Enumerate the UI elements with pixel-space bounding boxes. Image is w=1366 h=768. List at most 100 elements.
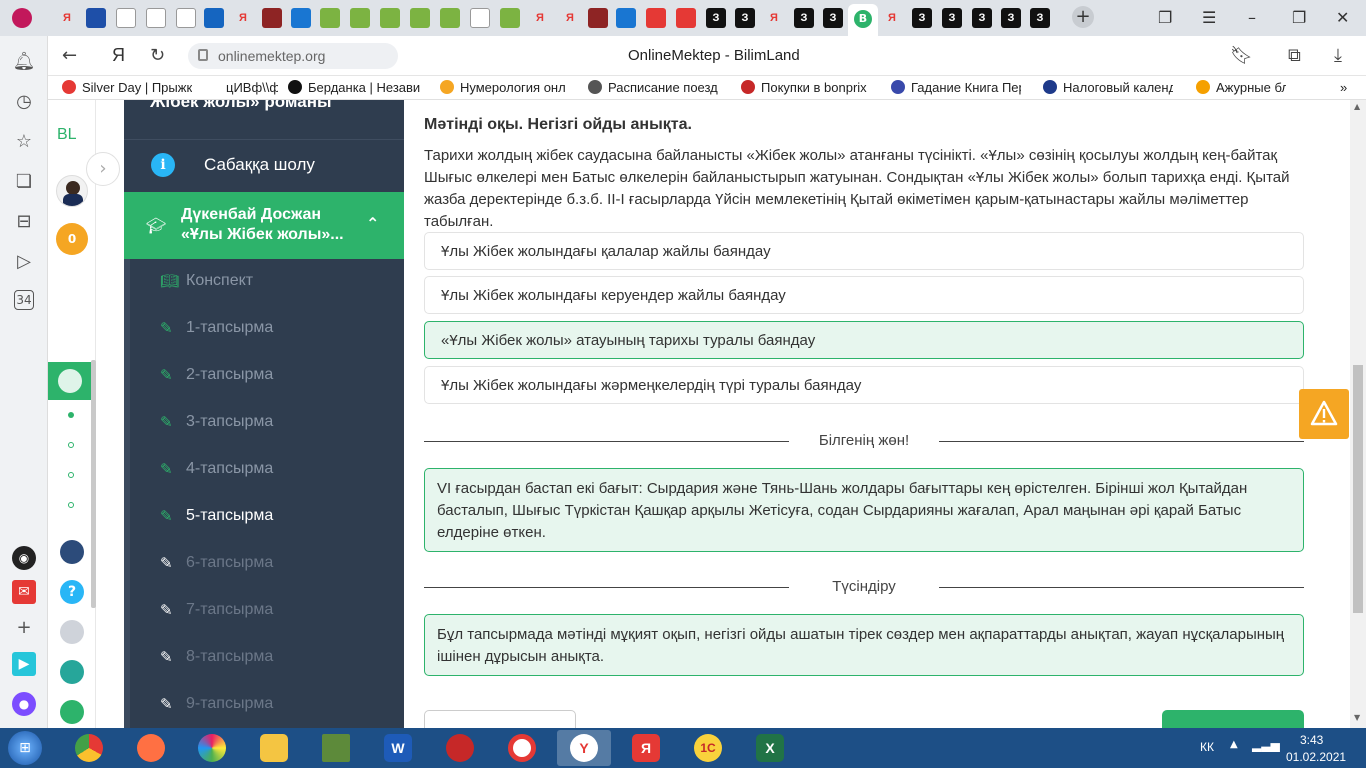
new-tab-button[interactable]: +	[1072, 6, 1094, 28]
download-icon[interactable]: ⤓	[1334, 45, 1342, 66]
tab-app[interactable]: З	[942, 8, 962, 28]
tab-app[interactable]	[676, 8, 696, 28]
nav-item-task-1[interactable]: ✎ 1-тапсырма	[124, 306, 404, 353]
answer-option[interactable]: Ұлы Жібек жолындағы қалалар жайлы баянда…	[424, 232, 1304, 270]
clock-time[interactable]: 3:43	[1300, 733, 1323, 747]
tab-app[interactable]: З	[1030, 8, 1050, 28]
tab-app[interactable]	[646, 8, 666, 28]
close-icon[interactable]: ✕	[1336, 8, 1349, 27]
taskbar-chrome[interactable]	[62, 730, 116, 766]
tab-app[interactable]	[291, 8, 311, 28]
taskbar-excel[interactable]: X	[743, 730, 797, 766]
lesson-overview-item[interactable]: i Сабаққа шолу	[124, 140, 404, 192]
network-icon[interactable]: ▂▃▅	[1252, 738, 1280, 752]
tab-doc[interactable]	[116, 8, 136, 28]
url-text[interactable]: onlinemektep.org	[218, 48, 325, 64]
taskbar-yandex-browser[interactable]: Y	[557, 730, 611, 766]
tab-yandex[interactable]: Я	[57, 8, 77, 28]
pisa-icon[interactable]	[60, 660, 84, 684]
notifications-icon[interactable]: 🔔︎	[12, 50, 36, 74]
tray-expand-icon[interactable]: ▲	[1230, 739, 1238, 750]
bookmark-item[interactable]: Налоговый календ	[1043, 80, 1173, 95]
coins-badge[interactable]: 0	[56, 223, 88, 255]
step-dot[interactable]	[68, 412, 74, 418]
tab-app[interactable]	[262, 8, 282, 28]
bilimland-app-icon[interactable]	[60, 700, 84, 724]
tab-yandex[interactable]: Я	[560, 8, 580, 28]
nav-item-konspekt[interactable]: 📖︎ Конспект	[124, 259, 404, 306]
restore-icon[interactable]: ❐	[1292, 8, 1306, 27]
tab-app[interactable]	[380, 8, 400, 28]
weather-icon[interactable]: 34	[14, 290, 34, 310]
scroll-up-icon[interactable]: ▲	[1354, 102, 1360, 111]
tab-app[interactable]: З	[735, 8, 755, 28]
nav-item-task-2[interactable]: ✎ 2-тапсырма	[124, 353, 404, 400]
taskbar-minecraft[interactable]	[309, 730, 363, 766]
step-dot[interactable]	[68, 442, 74, 448]
taskbar-1c[interactable]: 1C	[681, 730, 735, 766]
report-error-button[interactable]	[1299, 389, 1349, 439]
zen-icon[interactable]: ⊟	[12, 210, 36, 234]
nav-item-task-6[interactable]: ✎ 6-тапсырма	[124, 541, 404, 588]
taskbar-ball-app[interactable]	[185, 730, 239, 766]
tab-yandex[interactable]: Я	[233, 8, 253, 28]
tab-yandex[interactable]: Я	[764, 8, 784, 28]
bilimland-logo[interactable]: BL	[57, 126, 77, 144]
tab-app[interactable]: З	[823, 8, 843, 28]
nav-item-task-7[interactable]: ✎ 7-тапсырма	[124, 588, 404, 635]
messenger-icon[interactable]: ▶	[12, 652, 36, 676]
answer-option[interactable]: Ұлы Жібек жолындағы керуендер жайлы баян…	[424, 276, 1304, 314]
smart-nation-icon[interactable]	[60, 540, 84, 564]
tab-yandex[interactable]: Я	[882, 8, 902, 28]
history-icon[interactable]: ◷	[12, 90, 36, 114]
id-card-icon[interactable]	[60, 620, 84, 644]
alice-recorder-icon[interactable]: ◉	[12, 546, 36, 570]
tab-app[interactable]: З	[1001, 8, 1021, 28]
taskbar-firefox[interactable]	[124, 730, 178, 766]
step-dot[interactable]	[68, 472, 74, 478]
bookmark-item[interactable]: Гадание Книга Пер	[891, 80, 1021, 95]
taskbar-yandex[interactable]: Я	[619, 730, 673, 766]
bookmark-icon[interactable]: 🔖︎	[1230, 45, 1253, 66]
taskbar-opera[interactable]	[495, 730, 549, 766]
tabs-overview-icon[interactable]: ❐	[1158, 8, 1172, 27]
help-icon[interactable]: ?	[60, 580, 84, 604]
scroll-thumb[interactable]	[1353, 365, 1363, 613]
back-icon[interactable]: ←	[62, 45, 77, 66]
next-button[interactable]	[1162, 710, 1304, 728]
address-bar[interactable]: onlinemektep.org	[188, 43, 398, 69]
bookmark-item[interactable]: Покупки в bonprix	[741, 80, 867, 95]
expand-sidebar-button[interactable]: ›	[86, 152, 120, 186]
tab-yandex[interactable]: Я	[530, 8, 550, 28]
current-lesson-header[interactable]: 🎓︎ Дүкенбай Досжан «Ұлы Жібек жолы»... ⌃	[124, 192, 404, 259]
minimize-icon[interactable]: –	[1248, 8, 1256, 27]
avatar[interactable]	[56, 175, 88, 207]
previous-button[interactable]	[424, 710, 576, 728]
nav-item-task-8[interactable]: ✎ 8-тапсырма	[124, 635, 404, 682]
taskbar-explorer[interactable]	[247, 730, 301, 766]
bookmark-item[interactable]: Ажурные бл	[1196, 80, 1286, 95]
online-mektep-item[interactable]	[48, 362, 91, 400]
answer-option[interactable]: Ұлы Жібек жолындағы жәрмеңкелердің түрі …	[424, 366, 1304, 404]
active-tab[interactable]: B	[848, 4, 878, 36]
tab-doc[interactable]	[470, 8, 490, 28]
language-indicator[interactable]: КК	[1200, 740, 1214, 754]
tab-app[interactable]	[410, 8, 430, 28]
clock-date[interactable]: 01.02.2021	[1286, 750, 1346, 764]
nav-item-task-3[interactable]: ✎ 3-тапсырма	[124, 400, 404, 447]
bookmark-item[interactable]: цИВф\\ф ▾	[226, 80, 278, 96]
tab-app[interactable]	[204, 8, 224, 28]
tab-doc[interactable]	[146, 8, 166, 28]
menu-icon[interactable]: ☰	[1202, 8, 1216, 27]
tab-app[interactable]	[588, 8, 608, 28]
bookmark-item[interactable]: Нумерология онл	[440, 80, 566, 95]
bookmark-item[interactable]: Silver Day | Прыжк	[62, 80, 192, 95]
add-panel-icon[interactable]: +	[12, 616, 36, 640]
bookmark-item[interactable]: Расписание поезд	[588, 80, 718, 95]
tab-app[interactable]	[440, 8, 460, 28]
tab-app[interactable]	[616, 8, 636, 28]
nav-item-task-4[interactable]: ✎ 4-тапсырма	[124, 447, 404, 494]
tab-app[interactable]	[500, 8, 520, 28]
tab-app[interactable]	[320, 8, 340, 28]
scroll-down-icon[interactable]: ▼	[1354, 713, 1360, 722]
